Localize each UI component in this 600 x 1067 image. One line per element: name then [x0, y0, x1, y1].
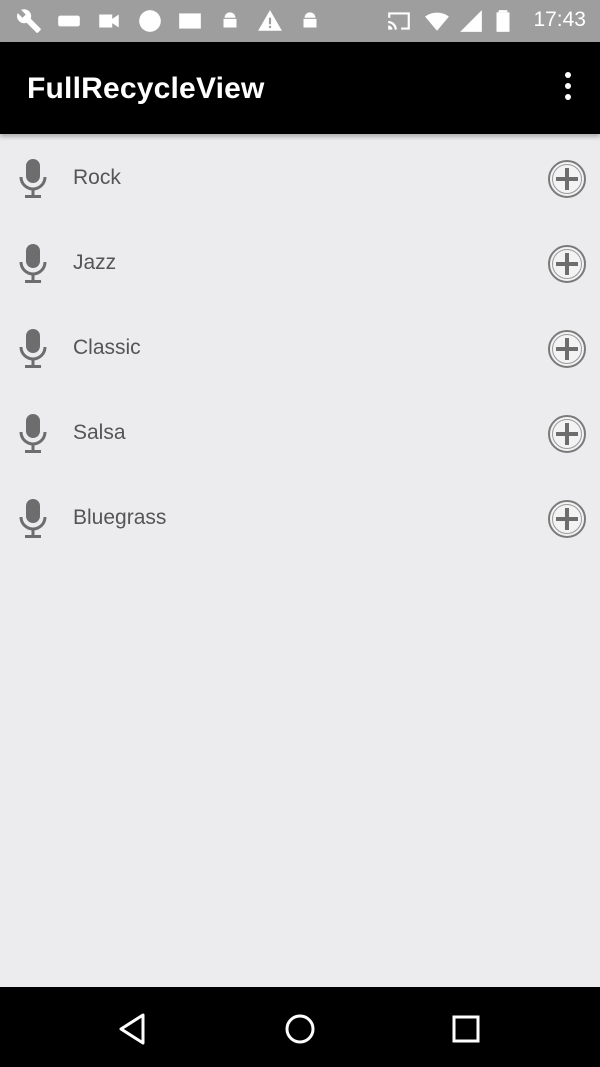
add-circle-icon[interactable] — [546, 158, 588, 200]
app-title: FullRecycleView — [27, 72, 265, 105]
list-item[interactable]: Salsa — [0, 390, 600, 475]
back-icon[interactable] — [113, 1009, 153, 1049]
home-icon[interactable] — [280, 1009, 320, 1049]
list-item[interactable]: Jazz — [0, 220, 600, 305]
microphone-icon — [19, 159, 47, 198]
add-circle-icon[interactable] — [546, 413, 588, 455]
status-bar: 17:43 — [0, 0, 600, 42]
wrench-icon — [17, 9, 41, 33]
add-circle-icon[interactable] — [546, 243, 588, 285]
overflow-menu-icon[interactable] — [558, 72, 578, 106]
microphone-icon — [19, 414, 47, 453]
genre-label: Jazz — [73, 251, 117, 274]
voicemail-icon — [58, 15, 80, 27]
image-icon — [179, 13, 201, 29]
chat-bubble-icon — [139, 10, 161, 32]
genre-list: Rock Jazz Classic Salsa Bluegrass — [0, 135, 600, 560]
video-icon — [99, 14, 119, 28]
navigation-bar — [0, 987, 600, 1067]
add-circle-icon[interactable] — [546, 328, 588, 370]
genre-label: Classic — [73, 336, 141, 359]
warning-icon — [258, 10, 282, 31]
battery-icon — [496, 10, 510, 32]
genre-label: Salsa — [73, 421, 126, 444]
list-item[interactable]: Rock — [0, 135, 600, 220]
microphone-icon — [19, 329, 47, 368]
cellular-signal-icon — [460, 10, 482, 32]
list-item[interactable]: Bluegrass — [0, 475, 600, 560]
microphone-icon — [19, 499, 47, 538]
cast-icon — [388, 12, 410, 30]
android-icon — [303, 12, 317, 28]
genre-label: Rock — [73, 166, 121, 189]
add-circle-icon[interactable] — [546, 498, 588, 540]
recents-icon[interactable] — [446, 1009, 486, 1049]
clock-time: 17:43 — [533, 8, 586, 31]
microphone-icon — [19, 244, 47, 283]
android-icon — [223, 12, 237, 28]
genre-label: Bluegrass — [73, 506, 167, 529]
list-item[interactable]: Classic — [0, 305, 600, 390]
app-bar: FullRecycleView — [0, 42, 600, 134]
wifi-icon — [425, 12, 449, 31]
